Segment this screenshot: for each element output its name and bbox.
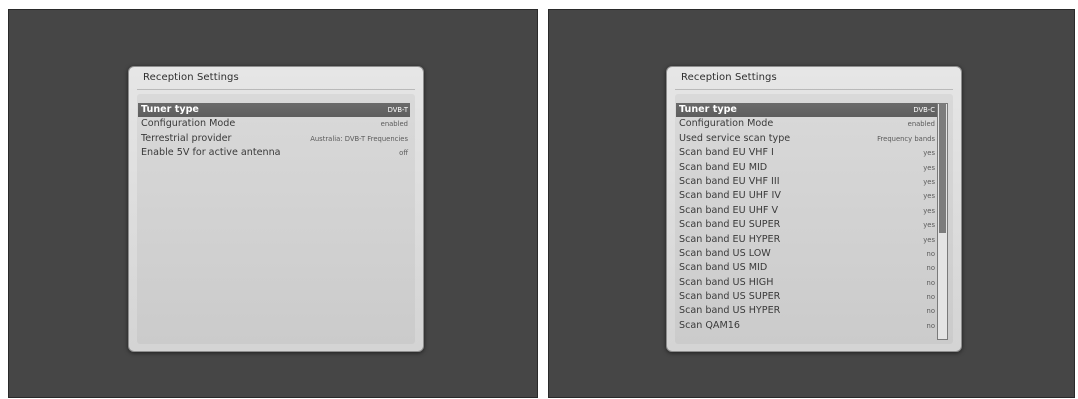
setting-value: yes <box>923 221 935 230</box>
setting-row[interactable]: Used service scan type Frequency bands <box>676 132 937 146</box>
setting-row[interactable]: Scan band EU UHF IV yes <box>676 189 937 203</box>
title-divider <box>137 89 415 90</box>
setting-value: enabled <box>380 120 408 129</box>
setting-row[interactable]: Terrestrial provider Australia: DVB-T Fre… <box>138 132 410 146</box>
setting-row[interactable]: Scan band EU UHF V yes <box>676 204 937 218</box>
setting-label: Scan band EU MID <box>679 161 768 173</box>
setting-value: no <box>926 249 935 258</box>
setting-label: Scan band US LOW <box>679 247 771 259</box>
setting-row[interactable]: Scan band US SUPER no <box>676 290 937 304</box>
setting-label: Scan band EU VHF III <box>679 175 780 187</box>
panel-title: Reception Settings <box>143 72 239 83</box>
setting-row[interactable]: Scan QAM16 no <box>676 319 937 333</box>
setting-row[interactable]: Scan band US HYPER no <box>676 304 937 318</box>
setting-value: enabled <box>907 120 935 129</box>
setting-label: Tuner type <box>141 104 199 115</box>
setting-row[interactable]: Scan band US HIGH no <box>676 276 937 290</box>
tv-screen-dvb-t: Reception Settings Tuner type DVB-T Config… <box>8 9 538 398</box>
setting-row[interactable]: Tuner type DVB-T <box>138 103 410 118</box>
setting-label: Tuner type <box>679 104 737 115</box>
setting-label: Used service scan type <box>679 132 791 144</box>
setting-value: yes <box>923 235 935 244</box>
setting-label: Scan band EU SUPER <box>679 219 781 231</box>
setting-row[interactable]: Configuration Mode enabled <box>676 117 937 131</box>
setting-value: no <box>926 307 935 316</box>
setting-row[interactable]: Enable 5V for active antenna off <box>138 146 410 160</box>
setting-value: yes <box>923 206 935 215</box>
setting-value: no <box>926 264 935 273</box>
list-scrollbar[interactable] <box>937 103 948 340</box>
setting-label: Scan band EU HYPER <box>679 233 781 245</box>
setting-value: no <box>926 293 935 302</box>
setting-value: no <box>926 321 935 330</box>
setting-row[interactable]: Scan band EU VHF III yes <box>676 175 937 189</box>
setting-row[interactable]: Configuration Mode enabled <box>138 117 410 131</box>
setting-label: Scan band EU VHF I <box>679 147 774 159</box>
setting-row[interactable]: Scan band EU VHF I yes <box>676 146 937 160</box>
setting-value: yes <box>923 149 935 158</box>
setting-label: Scan QAM16 <box>679 319 740 331</box>
setting-row[interactable]: Scan band EU HYPER yes <box>676 233 937 247</box>
setting-label: Scan band US SUPER <box>679 291 781 303</box>
setting-label: Scan band US HIGH <box>679 276 774 288</box>
tv-screen-dvb-c: Reception Settings Tuner type DVB-C Config… <box>548 9 1075 398</box>
setting-value: yes <box>923 163 935 172</box>
settings-list: Tuner type DVB-T Configuration Mode enabled… <box>138 103 410 161</box>
setting-value: off <box>399 149 408 158</box>
panel-title: Reception Settings <box>681 72 777 83</box>
setting-value: Frequency bands <box>877 134 935 143</box>
setting-label: Configuration Mode <box>679 118 774 130</box>
setting-label: Scan band EU UHF V <box>679 204 779 216</box>
setting-label: Scan band US MID <box>679 262 768 274</box>
setting-value: Australia: DVB-T Frequencies <box>310 134 408 143</box>
setting-row[interactable]: Tuner type DVB-C <box>676 103 937 118</box>
setting-value: yes <box>923 192 935 201</box>
setting-label: Enable 5V for active antenna <box>141 147 281 159</box>
setting-value: yes <box>923 177 935 186</box>
setting-label: Terrestrial provider <box>141 132 232 144</box>
setting-label: Configuration Mode <box>141 118 236 130</box>
setting-value: no <box>926 278 935 287</box>
settings-list: Tuner type DVB-C Configuration Mode enabled… <box>676 103 937 333</box>
setting-row[interactable]: Scan band EU MID yes <box>676 161 937 175</box>
reception-settings-panel: Reception Settings Tuner type DVB-C Config… <box>666 66 962 352</box>
setting-label: Scan band EU UHF IV <box>679 190 781 202</box>
reception-settings-panel: Reception Settings Tuner type DVB-T Config… <box>128 66 424 352</box>
title-divider <box>675 89 953 90</box>
setting-value: DVB-T <box>387 106 408 114</box>
setting-row[interactable]: Scan band US LOW no <box>676 247 937 261</box>
setting-label: Scan band US HYPER <box>679 305 781 317</box>
setting-row[interactable]: Scan band EU SUPER yes <box>676 218 937 232</box>
setting-value: DVB-C <box>913 106 935 114</box>
setting-row[interactable]: Scan band US MID no <box>676 261 937 275</box>
scrollbar-thumb[interactable] <box>939 104 946 234</box>
